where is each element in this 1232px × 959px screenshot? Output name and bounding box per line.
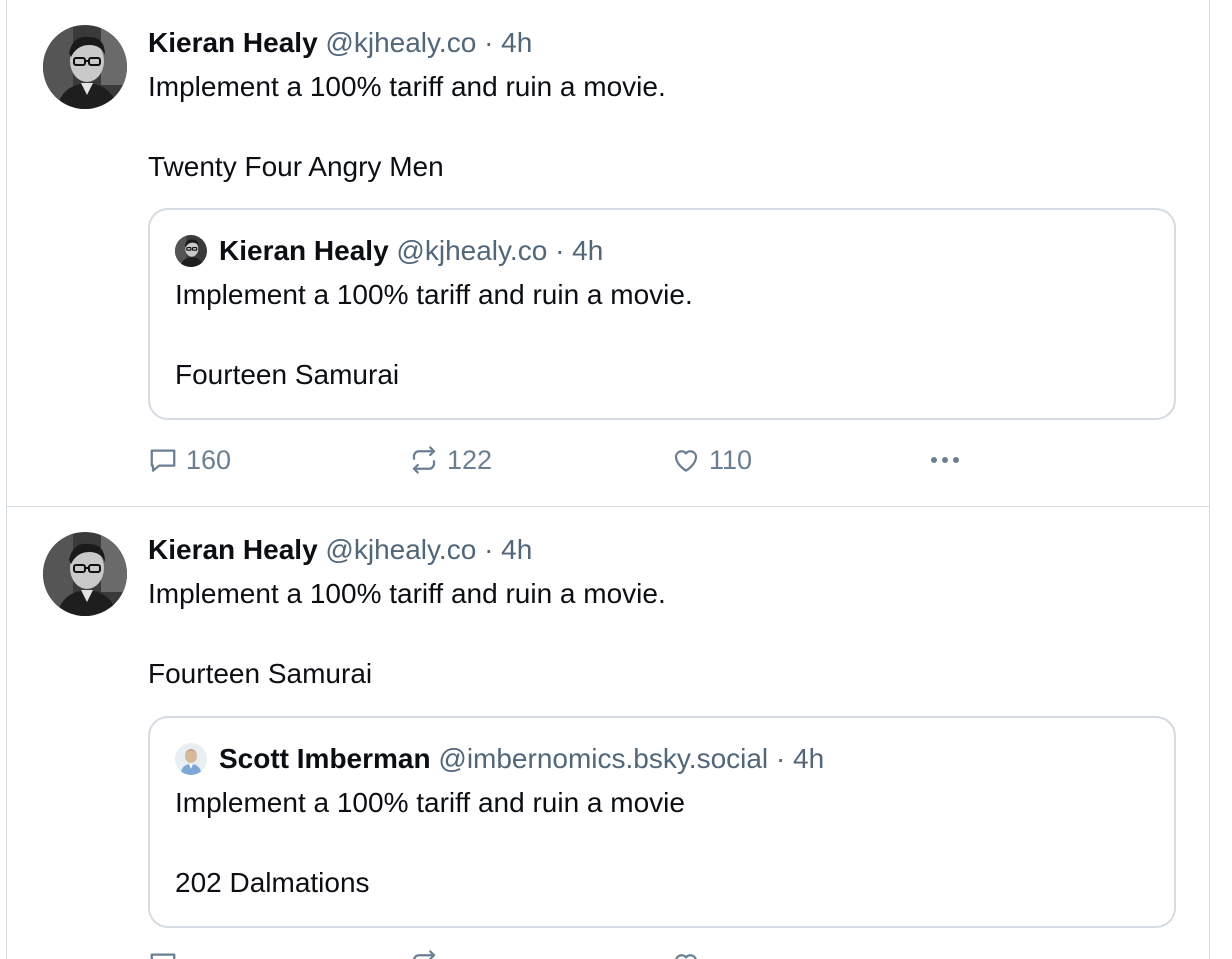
like-button[interactable] (671, 944, 927, 959)
heart-icon (671, 445, 701, 475)
quoted-text-line: Implement a 100% tariff and ruin a movie (175, 787, 685, 818)
post-time[interactable]: 4h (501, 27, 532, 58)
quoted-post-header: Scott Imberman @imbernomics.bsky.social … (175, 739, 1155, 779)
separator: · (484, 534, 494, 565)
quoted-text-line: 202 Dalmations (175, 867, 370, 898)
post[interactable]: Kieran Healy @kjhealy.co · 4h Implement … (7, 507, 1209, 959)
post-time[interactable]: 4h (501, 534, 532, 565)
author-avatar[interactable] (43, 532, 127, 616)
quoted-author-name[interactable]: Scott Imberman (219, 739, 431, 779)
reply-button[interactable] (148, 944, 409, 959)
quoted-post-text: Implement a 100% tariff and ruin a movie… (175, 783, 1155, 903)
repost-count: 122 (447, 444, 493, 475)
like-count: 110 (709, 444, 753, 475)
quoted-post-time[interactable]: 4h (793, 739, 824, 779)
repost-button[interactable] (409, 944, 671, 959)
reply-button[interactable]: 160 (148, 440, 409, 480)
separator: · (484, 27, 494, 58)
more-options-button[interactable] (927, 440, 987, 480)
post-header: Kieran Healy @kjhealy.co · 4h (148, 23, 1178, 63)
post-text-line: Fourteen Samurai (148, 658, 373, 689)
speech-bubble-icon (148, 445, 178, 475)
quoted-text-line: Fourteen Samurai (175, 359, 400, 390)
quoted-author-name[interactable]: Kieran Healy (219, 231, 389, 271)
author-name[interactable]: Kieran Healy (148, 27, 318, 58)
heart-icon (671, 949, 701, 959)
reply-count: 160 (186, 444, 232, 475)
quoted-post-text: Implement a 100% tariff and ruin a movie… (175, 275, 1155, 395)
quoted-author-handle[interactable]: @imbernomics.bsky.social (438, 739, 768, 779)
quoted-author-handle[interactable]: @kjhealy.co (396, 231, 547, 271)
quoted-text-line: Implement a 100% tariff and ruin a movie… (175, 279, 693, 310)
author-avatar[interactable] (43, 25, 127, 109)
ellipsis-icon (927, 445, 963, 475)
quoted-post[interactable]: Scott Imberman @imbernomics.bsky.social … (148, 716, 1176, 928)
repost-button[interactable]: 122 (409, 440, 671, 480)
post-content: Kieran Healy @kjhealy.co · 4h Implement … (148, 530, 1178, 694)
post-header: Kieran Healy @kjhealy.co · 4h (148, 530, 1178, 570)
quoted-post-header: Kieran Healy @kjhealy.co · 4h (175, 231, 1155, 271)
post-text: Implement a 100% tariff and ruin a movie… (148, 574, 1178, 694)
post-content: Kieran Healy @kjhealy.co · 4h Implement … (148, 23, 1178, 420)
quoted-author-avatar (175, 235, 207, 267)
quoted-post-time[interactable]: 4h (572, 231, 603, 271)
post-text-line: Implement a 100% tariff and ruin a movie… (148, 71, 666, 102)
like-button[interactable]: 110 (671, 440, 927, 480)
post-text-line: Implement a 100% tariff and ruin a movie… (148, 578, 666, 609)
repost-arrows-icon (409, 949, 439, 959)
quoted-post[interactable]: Kieran Healy @kjhealy.co · 4h Implement … (148, 208, 1176, 420)
post-text-line: Twenty Four Angry Men (148, 151, 444, 182)
author-name[interactable]: Kieran Healy (148, 534, 318, 565)
speech-bubble-icon (148, 949, 178, 959)
separator: · (555, 235, 565, 266)
post-actions (148, 944, 927, 959)
post-text: Implement a 100% tariff and ruin a movie… (148, 67, 1178, 187)
author-handle[interactable]: @kjhealy.co (325, 27, 476, 58)
author-handle[interactable]: @kjhealy.co (325, 534, 476, 565)
post-feed: Kieran Healy @kjhealy.co · 4h Implement … (6, 0, 1210, 959)
quoted-author-avatar (175, 743, 207, 775)
repost-arrows-icon (409, 445, 439, 475)
post-actions: 160 122 110 (148, 440, 987, 480)
post[interactable]: Kieran Healy @kjhealy.co · 4h Implement … (7, 0, 1209, 507)
separator: · (775, 743, 786, 774)
